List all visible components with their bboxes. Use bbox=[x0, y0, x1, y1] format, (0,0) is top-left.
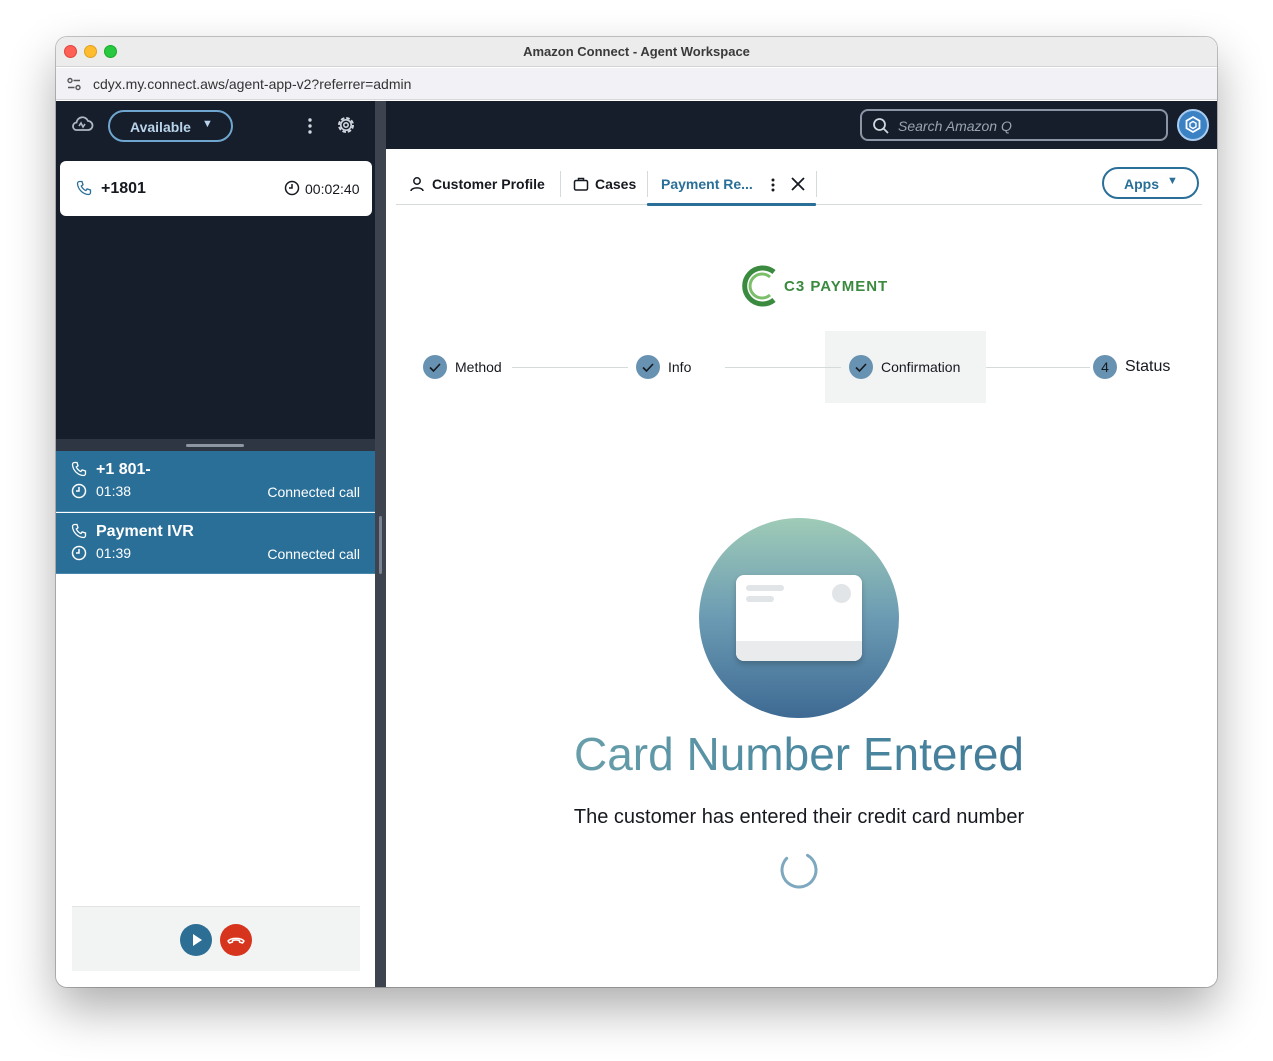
resize-handle[interactable] bbox=[186, 444, 244, 447]
call-list-item[interactable]: Payment IVR 01:39 Connected call bbox=[56, 513, 375, 574]
logo-wordmark: C3 PAYMENT bbox=[784, 278, 889, 295]
phone-icon bbox=[71, 461, 87, 482]
search-placeholder: Search Amazon Q bbox=[898, 118, 1012, 134]
tab-separator bbox=[816, 171, 817, 197]
step-complete-icon bbox=[636, 355, 660, 379]
contact-control-panel: Available ▼ +1801 00:02:40 +1 801- 01:38… bbox=[56, 101, 375, 987]
checkmark-icon bbox=[642, 363, 654, 373]
settings-gear-icon[interactable] bbox=[336, 115, 356, 140]
clock-icon bbox=[71, 483, 87, 504]
credit-card-icon bbox=[736, 575, 862, 661]
tab-label: Cases bbox=[595, 176, 637, 192]
resume-button[interactable] bbox=[180, 924, 212, 956]
zoom-window-button[interactable] bbox=[104, 45, 117, 58]
tab-label: Customer Profile bbox=[432, 176, 545, 192]
step-connector bbox=[986, 367, 1090, 368]
status-message: The customer has entered their credit ca… bbox=[573, 806, 1025, 828]
ccp-header: Available ▼ +1801 00:02:40 bbox=[56, 101, 375, 439]
call-name: +1 801- bbox=[96, 461, 151, 478]
site-settings-icon[interactable] bbox=[66, 76, 82, 97]
agent-status-dropdown[interactable]: Available ▼ bbox=[108, 110, 233, 142]
close-tab-icon[interactable] bbox=[790, 176, 806, 195]
minimize-window-button[interactable] bbox=[84, 45, 97, 58]
briefcase-icon bbox=[573, 176, 589, 195]
caret-down-icon: ▼ bbox=[1167, 175, 1178, 187]
step-connector bbox=[512, 367, 628, 368]
tab-label: Payment Re... bbox=[661, 176, 753, 192]
address-bar[interactable]: cdyx.my.connect.aws/agent-app-v2?referre… bbox=[56, 68, 1217, 100]
call-controls bbox=[72, 906, 360, 971]
contact-timer: 00:02:40 bbox=[305, 181, 360, 197]
apps-label: Apps bbox=[1124, 176, 1159, 192]
call-status: Connected call bbox=[267, 484, 360, 500]
amazon-q-button[interactable] bbox=[1177, 109, 1209, 141]
workspace-header: Search Amazon Q bbox=[386, 101, 1217, 149]
tab-separator bbox=[560, 171, 561, 197]
call-status: Connected call bbox=[267, 546, 360, 562]
tab-customer-profile[interactable]: Customer Profile bbox=[409, 165, 559, 204]
step-complete-icon bbox=[849, 355, 873, 379]
url-text[interactable]: cdyx.my.connect.aws/agent-app-v2?referre… bbox=[93, 76, 411, 92]
call-list-item[interactable]: +1 801- 01:38 Connected call bbox=[56, 451, 375, 512]
panel-resize-bar[interactable] bbox=[56, 439, 375, 451]
apps-dropdown[interactable]: Apps ▼ bbox=[1102, 167, 1199, 199]
step-connector bbox=[725, 367, 841, 368]
close-window-button[interactable] bbox=[64, 45, 77, 58]
active-contact-card[interactable]: +1801 00:02:40 bbox=[60, 161, 372, 216]
c3-payment-logo: C3 PAYMENT bbox=[740, 263, 887, 314]
tab-payment-request[interactable]: Payment Re... bbox=[647, 165, 816, 206]
agent-workspace: Search Amazon Q Customer Profile Cases P… bbox=[386, 101, 1217, 987]
call-duration: 01:39 bbox=[96, 545, 132, 561]
call-name: Payment IVR bbox=[96, 523, 194, 540]
tab-options-icon[interactable] bbox=[767, 176, 779, 197]
phone-icon bbox=[71, 523, 87, 544]
clock-icon bbox=[284, 180, 300, 201]
pane-divider[interactable] bbox=[375, 101, 386, 987]
step-number-badge: 4 bbox=[1093, 355, 1117, 379]
workspace-tabs: Customer Profile Cases Payment Re... bbox=[396, 165, 1202, 206]
pane-divider-grip[interactable] bbox=[379, 516, 382, 574]
step-label-info: Info bbox=[668, 359, 692, 375]
search-icon bbox=[872, 117, 890, 140]
clock-icon bbox=[71, 545, 87, 566]
user-icon bbox=[409, 176, 425, 195]
payment-stepper: Method Info Confirmation 4 Status bbox=[386, 331, 1217, 403]
window-titlebar: Amazon Connect - Agent Workspace bbox=[56, 37, 1217, 67]
tab-cases[interactable]: Cases bbox=[573, 165, 653, 204]
search-amazon-q-input[interactable]: Search Amazon Q bbox=[860, 109, 1168, 141]
c3-logo-mark bbox=[742, 265, 776, 307]
more-options-icon[interactable] bbox=[303, 116, 317, 141]
play-icon bbox=[193, 934, 202, 946]
loading-spinner-icon bbox=[779, 850, 819, 890]
cloud-connect-icon bbox=[70, 114, 94, 141]
phone-icon bbox=[76, 180, 92, 201]
step-complete-icon bbox=[423, 355, 447, 379]
contact-number: +1801 bbox=[101, 180, 146, 197]
card-entered-illustration bbox=[699, 518, 899, 718]
hang-up-icon bbox=[227, 937, 245, 944]
checkmark-icon bbox=[429, 363, 441, 373]
active-tab-indicator bbox=[647, 203, 816, 206]
step-label-method: Method bbox=[455, 359, 502, 375]
amazon-q-icon bbox=[1185, 115, 1201, 134]
step-label-confirmation: Confirmation bbox=[881, 359, 961, 375]
checkmark-icon bbox=[855, 363, 867, 373]
end-call-button[interactable] bbox=[220, 924, 252, 956]
status-headline: Card Number Entered bbox=[386, 727, 1212, 781]
window-title: Amazon Connect - Agent Workspace bbox=[523, 44, 750, 59]
browser-window: Amazon Connect - Agent Workspace cdyx.my… bbox=[56, 37, 1217, 987]
call-duration: 01:38 bbox=[96, 483, 132, 499]
caret-down-icon: ▼ bbox=[202, 118, 213, 130]
step-label-status: Status bbox=[1125, 358, 1171, 375]
agent-status-label: Available bbox=[130, 119, 191, 135]
